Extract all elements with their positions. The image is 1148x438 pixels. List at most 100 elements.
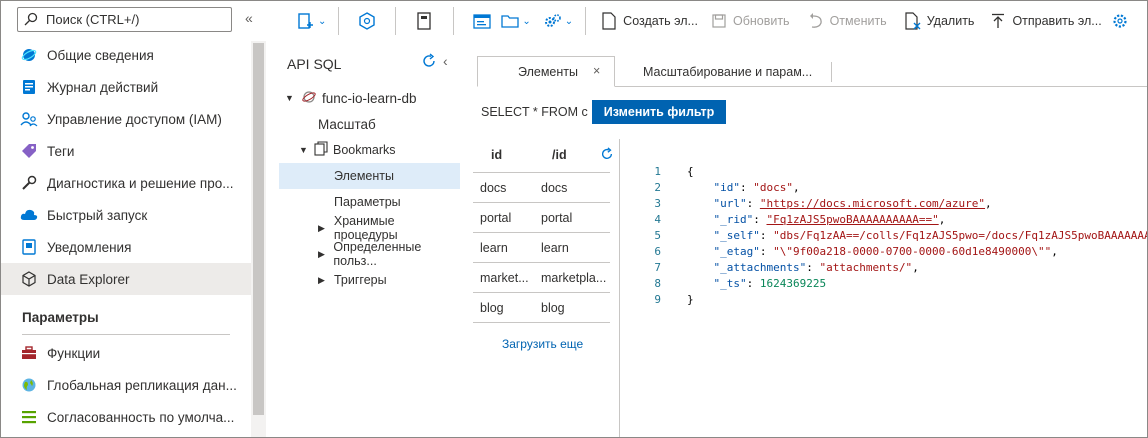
json-value[interactable]: "https://docs.microsoft.com/azure" [760, 197, 985, 210]
create-item-label: Создать эл... [623, 14, 698, 28]
nav-scrollbar-thumb[interactable] [253, 43, 264, 415]
refresh-grid-icon[interactable] [600, 147, 614, 164]
tab-label: Масштабирование и парам... [643, 64, 813, 79]
line-number: 2 [654, 181, 661, 194]
grid-divider [473, 172, 610, 173]
collapse-tree-icon[interactable]: ‹ [443, 53, 448, 69]
resource-tree: API SQL ‹ ▼ func-io-learn-db Масштаб ▼ B… [266, 41, 462, 437]
cancel-button[interactable]: Отменить [807, 1, 887, 41]
collapse-nav-icon[interactable]: « [245, 10, 259, 26]
tree-triggers[interactable]: ▶ Триггеры [279, 267, 460, 293]
tab-items[interactable]: Элементы × [477, 56, 615, 87]
notebook-icon [415, 12, 433, 30]
open-folder-button[interactable]: ⌄ [501, 1, 531, 41]
column-header-id[interactable]: id [491, 139, 502, 171]
caret-down-icon: ▼ [299, 145, 308, 155]
grid-cell-id[interactable]: blog [480, 301, 504, 315]
line-number: 4 [654, 213, 661, 226]
json-comma: , [938, 213, 946, 226]
tree-database[interactable]: ▼ func-io-learn-db [279, 85, 460, 111]
new-query-button[interactable] [473, 1, 492, 41]
nav-item-label: Data Explorer [47, 271, 130, 287]
grid-divider [473, 262, 610, 263]
tree-stored-procedures[interactable]: ▶ Хранимые процедуры [279, 214, 460, 242]
grid-divider [473, 292, 610, 293]
close-icon[interactable]: × [593, 64, 600, 78]
nav-item-diagnose[interactable]: Диагностика и решение про... [1, 167, 251, 199]
grid-cell-id[interactable]: learn [480, 241, 508, 255]
tree-settings[interactable]: Параметры [279, 189, 460, 215]
settings-button[interactable] [1111, 1, 1129, 41]
grid-cell-id[interactable]: docs [480, 181, 506, 195]
nav-item-label: Быстрый запуск [47, 207, 148, 223]
tree-title: API SQL [287, 56, 342, 72]
refresh-icon[interactable] [421, 53, 437, 69]
grid-cell-partition[interactable]: learn [541, 241, 569, 255]
json-comma: , [1051, 245, 1058, 258]
caret-down-icon: ▼ [285, 93, 294, 103]
gears-icon [544, 12, 562, 30]
tab-scale-settings[interactable]: Масштабирование и парам... [643, 56, 831, 87]
nav-item-consistency[interactable]: Согласованность по умолча... [1, 401, 251, 433]
edit-filter-button[interactable]: Изменить фильтр [592, 100, 726, 124]
grid-cell-partition[interactable]: blog [541, 301, 565, 315]
nav-item-data-explorer[interactable]: Data Explorer [1, 263, 251, 295]
nav-item-label: Глобальная репликация дан... [47, 377, 237, 393]
grid-cell-partition[interactable]: docs [541, 181, 567, 195]
notifications-icon [20, 238, 38, 256]
grid-cell-partition[interactable]: portal [541, 211, 572, 225]
upload-item-button[interactable]: Отправить эл... [989, 1, 1102, 41]
nav-scrollbar[interactable] [251, 41, 266, 437]
load-more-link[interactable]: Загрузить еще [502, 337, 583, 351]
search-icon [24, 12, 40, 28]
nav-item-label: Функции [47, 345, 101, 361]
cube-icon [20, 270, 38, 288]
delete-button[interactable]: Удалить [904, 1, 974, 41]
open-notebook-button[interactable] [415, 1, 433, 41]
nav-item-tags[interactable]: Теги [1, 135, 251, 167]
nav-item-overview[interactable]: Общие сведения [1, 39, 251, 71]
nav-item-notifications[interactable]: Уведомления [1, 231, 251, 263]
update-button[interactable]: Обновить [710, 1, 790, 41]
update-label: Обновить [732, 14, 790, 28]
cosmos-hex-icon [358, 12, 376, 30]
search-box[interactable]: Поиск (CTRL+/) [17, 7, 232, 32]
nav-divider [22, 334, 230, 335]
nav-item-activity-log[interactable]: Журнал действий [1, 71, 251, 103]
nav-item-label: Диагностика и решение про... [47, 175, 234, 191]
nav-item-quickstart[interactable]: Быстрый запуск [1, 199, 251, 231]
tree-scale[interactable]: Масштаб [279, 111, 460, 137]
line-number: 7 [654, 261, 661, 274]
stored-procedures-label: Хранимые процедуры [333, 214, 398, 242]
code-line: "id": "docs", [713, 181, 800, 194]
tree-udfs[interactable]: ▶ Определенные польз... [279, 240, 460, 268]
grid-cell-partition[interactable]: marketpla... [541, 271, 606, 285]
json-value: "\"9f00a218-0000-0700-0000-60d1e8490000\… [773, 245, 1052, 258]
column-header-partition[interactable]: /id [552, 139, 567, 171]
grid-cell-id[interactable]: market... [480, 271, 529, 285]
nav-item-label: Согласованность по умолча... [47, 409, 235, 425]
chevron-down-icon: ⌄ [564, 15, 574, 27]
container-icon [314, 141, 328, 159]
tree-container[interactable]: ▼ Bookmarks [279, 137, 460, 163]
triggers-label: Триггеры [334, 273, 387, 287]
code-line: "_rid": "Fq1zAJS5pwoBAAAAAAAAAA==", [713, 213, 946, 226]
nav-item-label: Уведомления [47, 239, 132, 255]
json-key: "id" [713, 181, 741, 194]
nav-item-iam[interactable]: Управление доступом (IAM) [1, 103, 251, 135]
settings-menu-button[interactable]: ⌄ [544, 1, 573, 41]
save-icon [710, 12, 728, 30]
create-item-button[interactable]: Создать эл... [600, 1, 698, 41]
pane-divider[interactable] [619, 139, 620, 437]
open-cosmos-button[interactable] [358, 1, 376, 41]
tree-items[interactable]: Элементы [279, 163, 460, 189]
nav-item-features[interactable]: Функции [1, 337, 251, 369]
document-tabs: Элементы × Масштабирование и парам... [477, 56, 1147, 87]
new-container-button[interactable]: ⌄ [297, 1, 326, 41]
consistency-icon [20, 408, 38, 426]
undo-icon [807, 12, 825, 30]
grid-cell-id[interactable]: portal [480, 211, 511, 225]
nav-item-label: Журнал действий [47, 79, 159, 95]
activity-log-icon [20, 78, 38, 96]
nav-item-global-replication[interactable]: Глобальная репликация дан... [1, 369, 251, 401]
